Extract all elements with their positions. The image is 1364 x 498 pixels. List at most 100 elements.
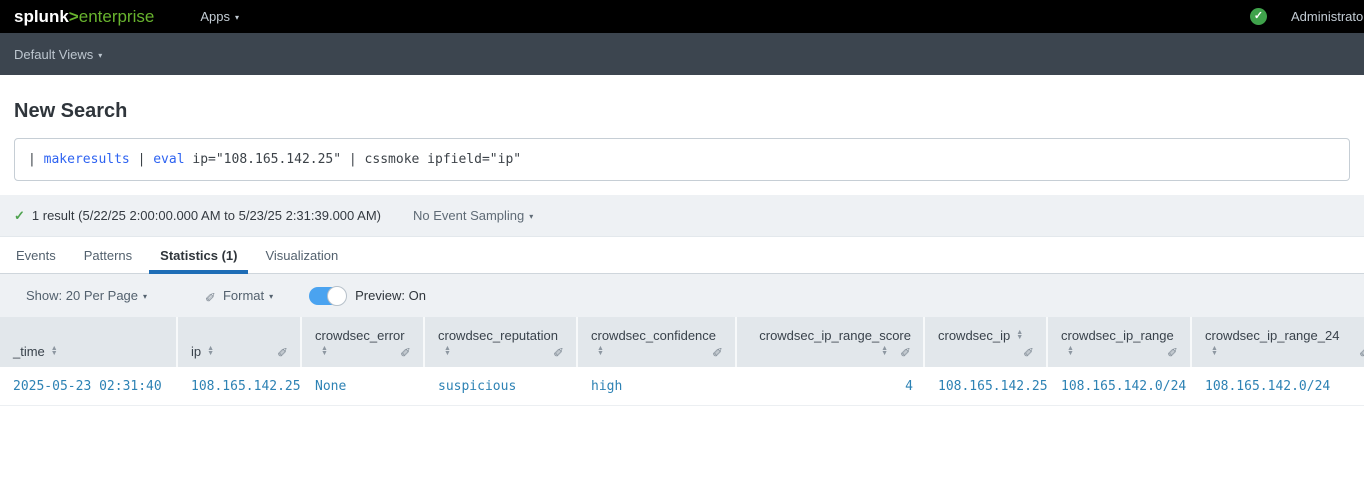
cell-ip[interactable]: 108.165.142.25 — [178, 367, 302, 405]
event-sampling-menu[interactable]: No Event Sampling ▾ — [413, 208, 533, 223]
splunk-logo[interactable]: splunk>enterprise — [14, 7, 154, 27]
search-query: | makeresults | eval ip="108.165.142.25"… — [28, 152, 521, 167]
column-header-ip[interactable]: ip ▲▼ ✎ — [178, 317, 302, 367]
column-label: crowdsec_ip — [938, 328, 1010, 343]
pencil-icon: ✎ — [205, 288, 216, 304]
query-segment: makeresults — [44, 152, 130, 167]
sort-arrow: ▼ — [321, 351, 328, 356]
query-segment: | — [28, 152, 44, 167]
column-header-time[interactable]: _time ▲▼ — [0, 317, 178, 367]
preview-label: Preview: On — [355, 288, 426, 303]
result-summary: 1 result (5/22/25 2:00:00.000 AM to 5/23… — [32, 208, 381, 223]
sort-icon[interactable]: ▲▼ — [881, 346, 888, 356]
column-label: _time — [13, 344, 45, 359]
table-header-row: _time▲▼ip▲▼✎crowdsec_error▲▼✎crowdsec_re… — [0, 317, 1364, 367]
column-header-crowdsec_error[interactable]: crowdsec_error ▲▼ ✎ — [302, 317, 425, 367]
preview-toggle-knob[interactable] — [327, 286, 347, 306]
cell-crowdsec_ip_range[interactable]: 108.165.142.0/24 — [1048, 367, 1192, 405]
table-body: 2025-05-23 02:31:40108.165.142.25Nonesus… — [0, 367, 1364, 406]
edit-column-icon[interactable]: ✎ — [1167, 343, 1178, 359]
apps-menu[interactable]: Apps ▾ — [200, 9, 239, 24]
sort-icon[interactable]: ▲▼ — [1067, 346, 1074, 356]
column-label: crowdsec_reputation — [438, 328, 558, 343]
cell-crowdsec_error[interactable]: None — [302, 367, 425, 405]
cell-crowdsec_confidence[interactable]: high — [578, 367, 737, 405]
default-views-menu[interactable]: Default Views ▾ — [14, 47, 102, 62]
sort-arrow: ▼ — [1067, 351, 1074, 356]
cell-time[interactable]: 2025-05-23 02:31:40 — [0, 367, 178, 405]
tab-visualization[interactable]: Visualization — [251, 237, 352, 273]
logo-splunk-text: splunk — [14, 7, 69, 26]
job-done-check-icon: ✓ — [14, 208, 25, 224]
edit-column-icon[interactable]: ✎ — [1023, 343, 1034, 359]
edit-column-icon[interactable]: ✎ — [553, 343, 564, 359]
caret-down-icon: ▾ — [143, 292, 147, 301]
top-navigation-bar: splunk>enterprise Apps ▾ ✓ Administrator — [0, 0, 1364, 33]
edit-column-icon[interactable]: ✎ — [900, 343, 911, 359]
column-label: crowdsec_error — [315, 328, 405, 343]
column-label: ip — [191, 344, 201, 359]
column-label: crowdsec_ip_range — [1061, 328, 1174, 343]
cell-crowdsec_ip[interactable]: 108.165.142.25 — [925, 367, 1048, 405]
sort-arrow: ▼ — [1211, 351, 1218, 356]
page-head: New Search — [0, 75, 1364, 138]
table-row: 2025-05-23 02:31:40108.165.142.25Nonesus… — [0, 367, 1364, 406]
format-label: Format — [223, 288, 264, 303]
column-header-crowdsec_ip_range[interactable]: crowdsec_ip_range ▲▼ ✎ — [1048, 317, 1192, 367]
query-segment: | — [130, 152, 153, 167]
per-page-label: Show: 20 Per Page — [26, 288, 138, 303]
caret-down-icon: ▾ — [529, 212, 533, 221]
cell-crowdsec_ip_range_score[interactable]: 4 — [737, 367, 925, 405]
query-segment: ip="108.165.142.25" | cssmoke ipfield="i… — [185, 152, 522, 167]
results-tab-bar: EventsPatternsStatistics (1)Visualizatio… — [0, 237, 1364, 274]
preview-toggle-wrap: Preview: On — [309, 287, 426, 305]
query-segment: eval — [153, 152, 184, 167]
user-area: ✓ Administrator — [1250, 0, 1364, 33]
page-title: New Search — [14, 100, 1350, 123]
caret-down-icon: ▾ — [235, 13, 239, 22]
edit-column-icon[interactable]: ✎ — [400, 343, 411, 359]
cell-crowdsec_ip_range_24[interactable]: 108.165.142.0/24 — [1192, 367, 1364, 405]
column-label: crowdsec_confidence — [591, 328, 716, 343]
user-menu[interactable]: Administrator — [1291, 9, 1364, 24]
caret-down-icon: ▾ — [269, 292, 273, 301]
sort-icon[interactable]: ▲▼ — [51, 346, 58, 356]
edit-column-icon[interactable]: ✎ — [1359, 343, 1364, 359]
sort-arrow: ▼ — [51, 351, 58, 356]
logo-enterprise-text: enterprise — [79, 7, 155, 26]
search-query-input[interactable]: | makeresults | eval ip="108.165.142.25"… — [14, 138, 1350, 181]
cell-crowdsec_reputation[interactable]: suspicious — [425, 367, 578, 405]
edit-column-icon[interactable]: ✎ — [712, 343, 723, 359]
per-page-dropdown[interactable]: Show: 20 Per Page ▾ — [26, 288, 147, 303]
event-sampling-label: No Event Sampling — [413, 208, 524, 223]
column-label: crowdsec_ip_range_score — [759, 328, 911, 343]
sort-icon[interactable]: ▲▼ — [597, 346, 604, 356]
caret-down-icon: ▾ — [98, 51, 102, 60]
app-context-bar: Default Views ▾ — [0, 33, 1364, 75]
tab-patterns[interactable]: Patterns — [70, 237, 146, 273]
tab-events[interactable]: Events — [2, 237, 70, 273]
sort-icon[interactable]: ▲▼ — [207, 346, 214, 356]
default-views-label: Default Views — [14, 47, 93, 62]
health-check-icon[interactable]: ✓ — [1250, 8, 1267, 25]
column-header-crowdsec_ip_range_score[interactable]: crowdsec_ip_range_score ▲▼ ✎ — [737, 317, 925, 367]
results-controls-bar: Show: 20 Per Page ▾ ✎ Format ▾ Preview: … — [0, 274, 1364, 317]
preview-toggle[interactable] — [309, 287, 345, 305]
edit-column-icon[interactable]: ✎ — [277, 343, 288, 359]
format-dropdown[interactable]: ✎ Format ▾ — [205, 288, 273, 304]
column-header-crowdsec_reputation[interactable]: crowdsec_reputation ▲▼ ✎ — [425, 317, 578, 367]
sort-arrow: ▼ — [1016, 335, 1023, 340]
tab-statistics-1[interactable]: Statistics (1) — [146, 237, 251, 273]
logo-gt-icon: > — [69, 7, 79, 26]
sort-arrow: ▼ — [881, 351, 888, 356]
sort-icon[interactable]: ▲▼ — [1211, 346, 1218, 356]
sort-icon[interactable]: ▲▼ — [1016, 330, 1023, 340]
sort-icon[interactable]: ▲▼ — [444, 346, 451, 356]
column-header-crowdsec_ip[interactable]: crowdsec_ip ▲▼✎ — [925, 317, 1048, 367]
sort-arrow: ▼ — [207, 351, 214, 356]
column-header-crowdsec_confidence[interactable]: crowdsec_confidence ▲▼ ✎ — [578, 317, 737, 367]
job-status-bar: ✓ 1 result (5/22/25 2:00:00.000 AM to 5/… — [0, 195, 1364, 237]
apps-menu-label: Apps — [200, 9, 230, 24]
column-header-crowdsec_ip_range_24[interactable]: crowdsec_ip_range_24▲▼✎ — [1192, 317, 1364, 367]
sort-icon[interactable]: ▲▼ — [321, 346, 328, 356]
